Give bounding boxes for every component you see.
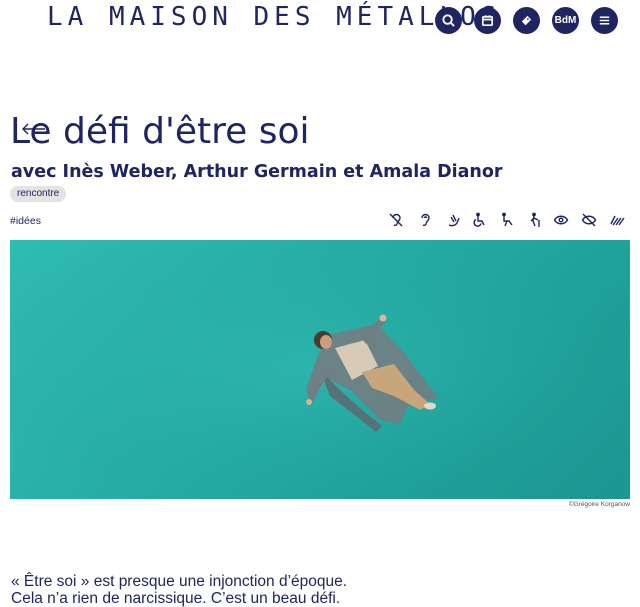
back-arrow-icon[interactable] xyxy=(21,121,47,137)
category-badge[interactable]: rencontre xyxy=(10,186,67,202)
deaf-icon xyxy=(388,212,404,228)
wheelchair-icon xyxy=(471,212,487,228)
calendar-icon xyxy=(481,15,494,27)
bdm-button[interactable]: BdM xyxy=(552,7,579,34)
reduced-mobility-icon xyxy=(499,212,515,228)
ticket-button[interactable] xyxy=(513,7,540,34)
search-button[interactable] xyxy=(435,7,462,34)
page-title: Le défi d'être soi xyxy=(10,111,310,152)
hashtag-link[interactable]: #idées xyxy=(10,214,41,228)
menu-button[interactable] xyxy=(591,7,618,34)
walking-cane-icon xyxy=(527,212,543,228)
calendar-button[interactable] xyxy=(474,7,501,34)
ticket-icon xyxy=(521,15,532,26)
sign-language-icon xyxy=(446,212,462,228)
intro-line-2: Cela n’a rien de narcissique. C’est un b… xyxy=(11,590,341,607)
menu-icon xyxy=(599,16,610,25)
visible-eye-icon xyxy=(553,212,569,228)
photo-credit: ©Grégoire Korganow xyxy=(568,501,630,508)
search-icon xyxy=(442,14,455,27)
floating-figure-illustration xyxy=(10,240,630,499)
sign-hands-icon xyxy=(610,212,626,228)
intro-line-1: « Être soi » est presque une injonction … xyxy=(11,573,348,590)
hearing-loop-icon xyxy=(417,212,433,228)
site-logo[interactable]: LA MAISON DES MÉTALLOS xyxy=(47,2,501,32)
intro-paragraph: « Être soi » est presque une injonction … xyxy=(11,573,611,607)
visually-impaired-icon xyxy=(581,212,597,228)
accessibility-icons xyxy=(388,212,633,230)
hero-image xyxy=(10,240,630,499)
event-subtitle: avec Inès Weber, Arthur Germain et Amala… xyxy=(11,162,503,182)
